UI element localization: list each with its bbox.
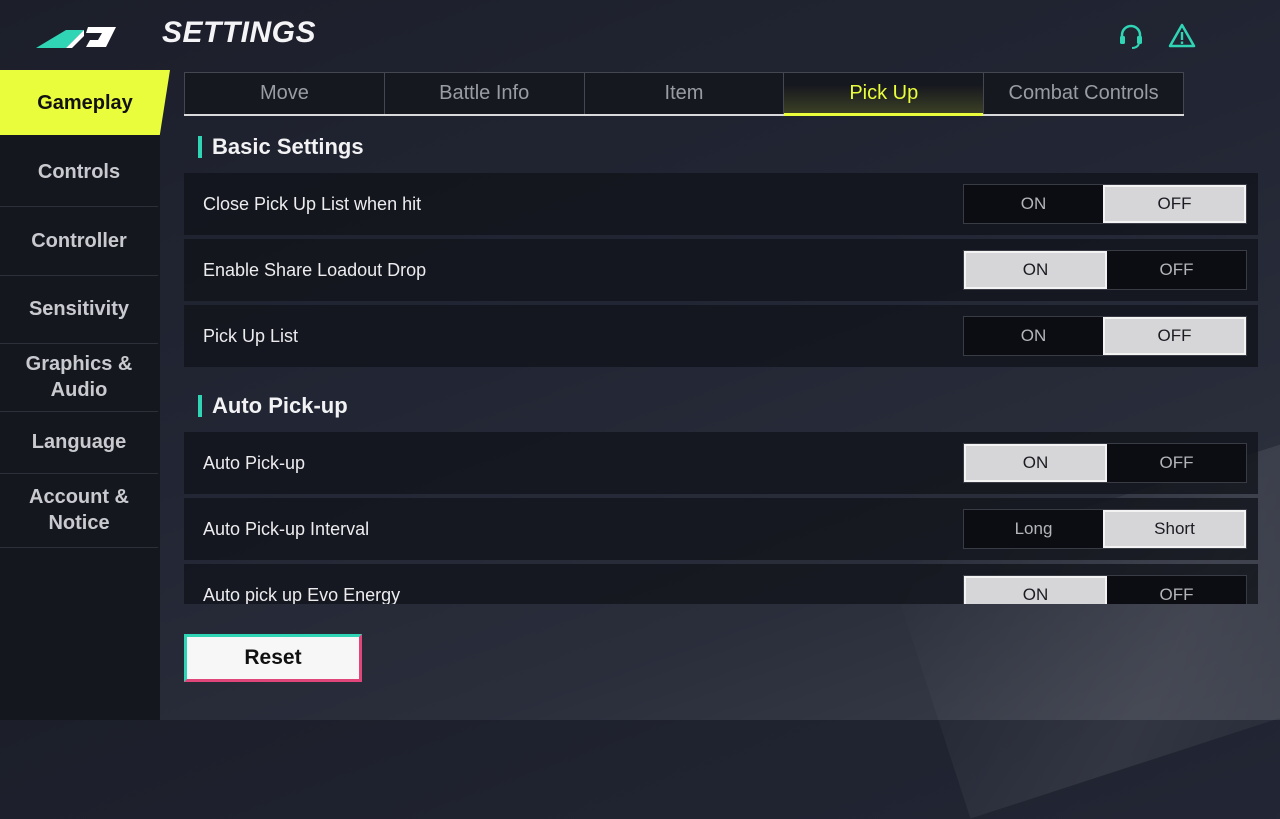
option-on[interactable]: ON (964, 185, 1103, 223)
option-on[interactable]: ON (964, 251, 1107, 289)
option-off[interactable]: OFF (1103, 185, 1246, 223)
tab-combat-controls[interactable]: Combat Controls (984, 73, 1183, 114)
option-off[interactable]: OFF (1107, 251, 1246, 289)
option-on[interactable]: ON (964, 444, 1107, 482)
option-on[interactable]: ON (964, 576, 1107, 604)
sidebar-item-controller[interactable]: Controller (0, 207, 158, 276)
option-off[interactable]: OFF (1107, 444, 1246, 482)
tab-move[interactable]: Move (185, 73, 385, 114)
setting-row: Pick Up List ON OFF (184, 305, 1258, 367)
setting-label: Auto Pick-up Interval (203, 518, 370, 539)
sidebar-item-label: Gameplay (37, 91, 133, 114)
option-off[interactable]: OFF (1103, 317, 1246, 355)
setting-label: Enable Share Loadout Drop (203, 259, 427, 280)
option-off[interactable]: OFF (1107, 576, 1246, 604)
auto-pick-up-interval-toggle: Long Short (963, 509, 1247, 549)
sidebar-item-label: Graphics & Audio (25, 353, 133, 401)
sidebar: Gameplay Controls Controller Sensitivity… (0, 70, 170, 720)
setting-label: Auto Pick-up (203, 452, 306, 473)
game-logo (36, 27, 116, 48)
tab-battle-info[interactable]: Battle Info (385, 73, 585, 114)
sidebar-item-label: Account & Notice (29, 486, 129, 534)
tab-bar: Move Battle Info Item Pick Up Combat Con… (184, 72, 1184, 116)
setting-label: Pick Up List (203, 325, 299, 346)
setting-row: Auto Pick-up Interval Long Short (184, 498, 1258, 560)
sidebar-item-graphics-audio[interactable]: Graphics & Audio (0, 343, 158, 412)
sidebar-item-account-notice[interactable]: Account & Notice (0, 473, 158, 548)
option-long[interactable]: Long (964, 510, 1103, 548)
section-title-basic-settings: Basic Settings (198, 136, 364, 158)
sidebar-item-label: Controller (31, 230, 127, 252)
auto-pick-up-toggle: ON OFF (963, 443, 1247, 483)
sidebar-item-gameplay[interactable]: Gameplay (0, 70, 170, 135)
pick-up-list-toggle: ON OFF (963, 316, 1247, 356)
tab-item[interactable]: Item (585, 73, 785, 114)
page-title: SETTINGS (162, 16, 317, 49)
setting-label: Auto pick up Evo Energy (203, 584, 401, 605)
setting-row: Auto pick up Evo Energy ON OFF (184, 564, 1258, 604)
sidebar-item-sensitivity[interactable]: Sensitivity (0, 275, 158, 344)
share-loadout-drop-toggle: ON OFF (963, 250, 1247, 290)
sidebar-item-label: Sensitivity (28, 298, 130, 320)
sidebar-item-label: Controls (37, 161, 121, 183)
reset-button[interactable]: Reset (184, 634, 362, 682)
sidebar-item-label: Language (31, 431, 127, 453)
setting-row: Close Pick Up List when hit ON OFF (184, 173, 1258, 235)
close-pick-up-list-toggle: ON OFF (963, 184, 1247, 224)
settings-list[interactable]: Basic Settings Close Pick Up List when h… (184, 120, 1264, 604)
option-on[interactable]: ON (964, 317, 1103, 355)
section-title-auto-pick-up: Auto Pick-up (198, 395, 348, 417)
alert-triangle-icon[interactable] (1168, 22, 1196, 50)
auto-pick-up-evo-energy-toggle: ON OFF (963, 575, 1247, 604)
sidebar-item-controls[interactable]: Controls (0, 138, 158, 207)
setting-label: Close Pick Up List when hit (203, 193, 422, 214)
sidebar-item-language[interactable]: Language (0, 411, 158, 474)
option-short[interactable]: Short (1103, 510, 1246, 548)
setting-row: Auto Pick-up ON OFF (184, 432, 1258, 494)
headset-icon[interactable] (1117, 22, 1145, 50)
tab-pick-up[interactable]: Pick Up (784, 73, 985, 116)
setting-row: Enable Share Loadout Drop ON OFF (184, 239, 1258, 301)
